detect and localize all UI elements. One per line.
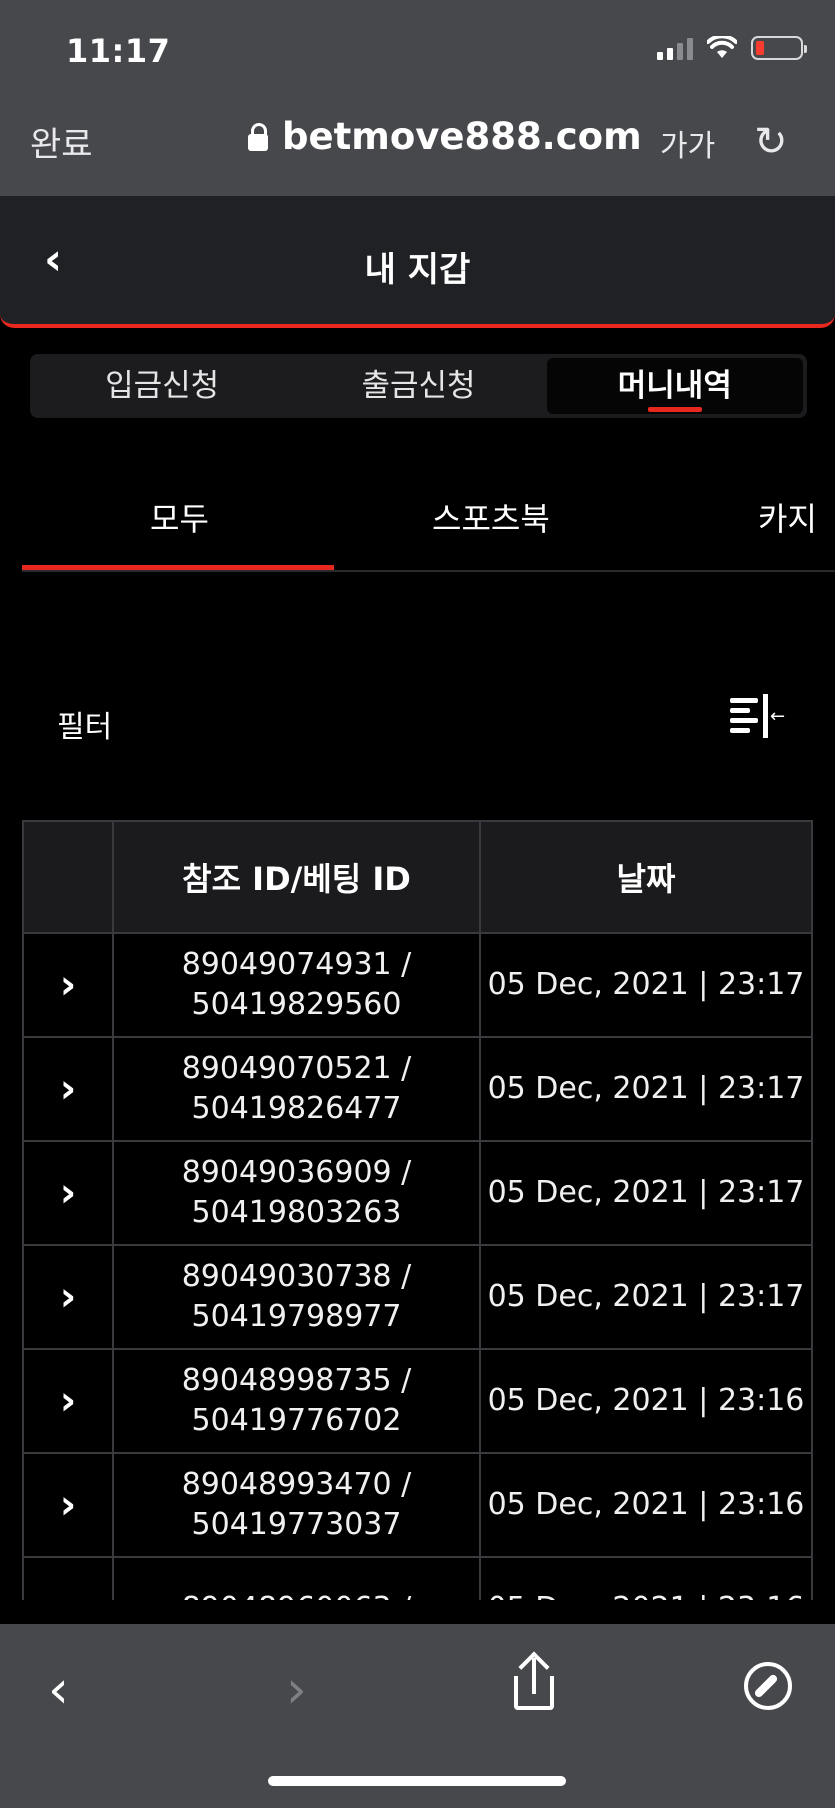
tab-withdraw[interactable]: 출금신청 [290, 358, 546, 414]
battery-icon [751, 36, 807, 60]
tab-money-history[interactable]: 머니내역 [546, 358, 803, 414]
table-row[interactable]: › 89049036909 /50419803263 05 Dec, 2021 … [22, 1140, 813, 1246]
chevron-right-icon[interactable]: › [22, 1452, 114, 1558]
wifi-icon [707, 36, 737, 58]
tab-sportsbook[interactable]: 스포츠북 [432, 494, 550, 540]
compass-icon[interactable] [744, 1662, 792, 1710]
table-row[interactable]: › 89049070521 /50419826477 05 Dec, 2021 … [22, 1036, 813, 1142]
category-tabs: 모두 스포츠북 카지 [22, 480, 835, 572]
table-row[interactable]: › 89048960063 / 05 Dec, 2021 | 23:16 [22, 1556, 813, 1600]
chevron-right-icon[interactable]: › [22, 932, 114, 1038]
row-date: 05 Dec, 2021 | 23:17 [479, 1036, 813, 1142]
row-date: 05 Dec, 2021 | 23:16 [479, 1452, 813, 1558]
browser-back-icon[interactable]: ‹ [48, 1660, 69, 1720]
text-size-button[interactable]: 가가 [660, 121, 715, 165]
ref-bet-id: 89048998735 /50419776702 [112, 1348, 481, 1454]
chevron-right-icon[interactable]: › [22, 1556, 114, 1600]
tab-deposit[interactable]: 입금신청 [34, 358, 290, 414]
browser-top-chrome: 11:17 완료 betmove888.com 가가 ↻ [0, 0, 835, 196]
ref-bet-id: 89049070521 /50419826477 [112, 1036, 481, 1142]
status-time: 11:17 [66, 32, 171, 70]
cellular-signal-icon [657, 36, 693, 60]
header-date: 날짜 [479, 820, 813, 934]
header-expand [22, 820, 114, 934]
chevron-right-icon[interactable]: › [22, 1140, 114, 1246]
reload-icon[interactable]: ↻ [754, 119, 788, 165]
tab-all[interactable]: 모두 [150, 494, 209, 540]
row-date: 05 Dec, 2021 | 23:16 [479, 1348, 813, 1454]
transactions-table: 참조 ID/베팅 ID 날짜 › 89049074931 /5041982956… [22, 820, 813, 1600]
address-bar[interactable]: 완료 betmove888.com 가가 ↻ [0, 105, 835, 175]
home-indicator [268, 1776, 566, 1786]
row-date: 05 Dec, 2021 | 23:17 [479, 1244, 813, 1350]
table-row[interactable]: › 89049030738 /50419798977 05 Dec, 2021 … [22, 1244, 813, 1350]
ref-bet-id: 89049030738 /50419798977 [112, 1244, 481, 1350]
browser-forward-icon[interactable]: › [286, 1660, 307, 1720]
ref-bet-id: 89048960063 / [112, 1556, 481, 1600]
row-date: 05 Dec, 2021 | 23:16 [479, 1556, 813, 1600]
active-tab-indicator [22, 565, 334, 570]
status-icons [657, 36, 807, 60]
table-row[interactable]: › 89048993470 /50419773037 05 Dec, 2021 … [22, 1452, 813, 1558]
share-icon[interactable] [512, 1651, 556, 1712]
table-row[interactable]: › 89048998735 /50419776702 05 Dec, 2021 … [22, 1348, 813, 1454]
tab-casino[interactable]: 카지 [758, 494, 817, 540]
table-row[interactable]: › 89049074931 /50419829560 05 Dec, 2021 … [22, 932, 813, 1038]
chevron-right-icon[interactable]: › [22, 1348, 114, 1454]
done-button[interactable]: 완료 [30, 117, 93, 166]
ref-bet-id: 89048993470 /50419773037 [112, 1452, 481, 1558]
chevron-right-icon[interactable]: › [22, 1036, 114, 1142]
ref-bet-id: 89049036909 /50419803263 [112, 1140, 481, 1246]
row-date: 05 Dec, 2021 | 23:17 [479, 1140, 813, 1246]
url-display[interactable]: betmove888.com [248, 115, 642, 158]
url-text: betmove888.com [282, 115, 642, 158]
filter-label: 필터 [57, 710, 113, 745]
chevron-right-icon[interactable]: › [22, 1244, 114, 1350]
row-date: 05 Dec, 2021 | 23:17 [479, 932, 813, 1038]
ref-bet-id: 89049074931 /50419829560 [112, 932, 481, 1038]
wallet-tabs: 입금신청 출금신청 머니내역 [30, 354, 807, 418]
page-title: 내 지갑 [364, 250, 471, 290]
lock-icon [248, 122, 268, 151]
header-ref-id: 참조 ID/베팅 ID [112, 820, 481, 934]
filter-toggle-icon[interactable]: ← [730, 694, 785, 738]
page-header: ‹ 내 지갑 [0, 196, 835, 328]
